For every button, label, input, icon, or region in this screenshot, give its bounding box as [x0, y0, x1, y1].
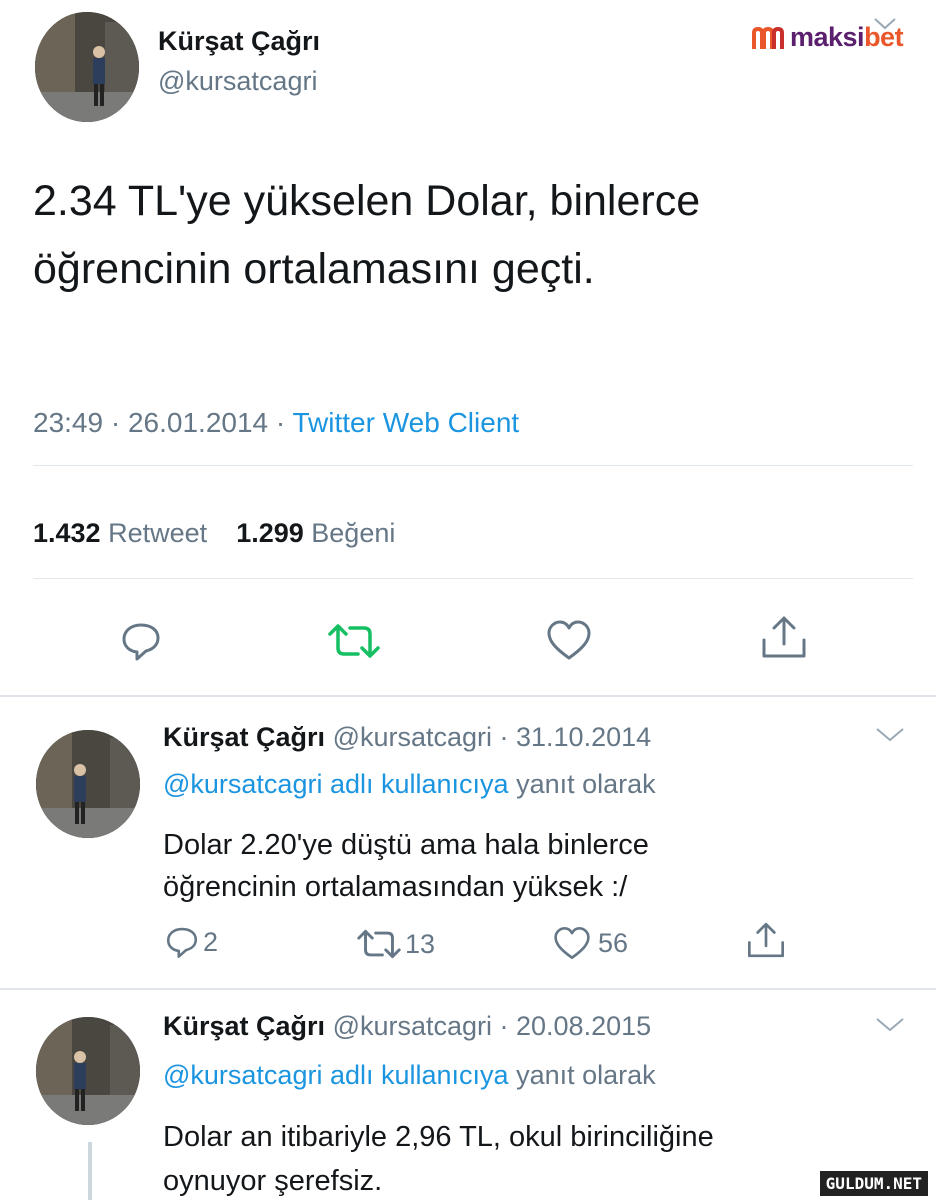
like-icon — [554, 926, 590, 960]
retweet-icon — [357, 929, 401, 959]
mention-link[interactable]: @kursatcagri adlı kullanıcıya — [163, 769, 509, 799]
retweet-label[interactable]: Retweet — [108, 518, 207, 548]
author-meta[interactable]: @kursatcagri · 31.10.2014 — [333, 722, 652, 752]
client-link[interactable]: Twitter Web Client — [293, 407, 520, 438]
share-icon — [748, 922, 784, 958]
reply-context: @kursatcagri adlı kullanıcıya yanıt olar… — [163, 769, 656, 800]
tweet-timestamp: 23:49 · 26.01.2014 · Twitter Web Client — [33, 407, 519, 439]
divider — [0, 695, 936, 697]
logo-mark-icon — [752, 26, 784, 49]
avatar-photo-icon — [35, 12, 139, 122]
author-handle[interactable]: @kursatcagri — [158, 66, 317, 97]
tweet-time[interactable]: 23:49 — [33, 407, 103, 438]
avatar[interactable] — [35, 12, 139, 122]
divider — [33, 465, 913, 466]
reply-button[interactable]: 2 — [165, 925, 218, 959]
reply-count: 2 — [203, 926, 219, 957]
author-meta[interactable]: @kursatcagri · 20.08.2015 — [333, 1011, 652, 1041]
avatar[interactable] — [36, 1017, 140, 1125]
tweet-text: 2.34 TL'ye yükselen Dolar, binlerce öğre… — [33, 176, 700, 294]
chevron-down-icon[interactable] — [874, 1016, 906, 1034]
tweet-date[interactable]: 26.01.2014 — [128, 407, 268, 438]
retweet-button[interactable]: 13 — [355, 928, 435, 960]
like-count[interactable]: 1.299 — [236, 518, 304, 548]
mention-link[interactable]: @kursatcagri adlı kullanıcıya — [163, 1060, 509, 1090]
retweet-icon — [328, 624, 380, 658]
author-name[interactable]: Kürşat Çağrı — [163, 722, 325, 752]
chevron-down-icon[interactable] — [872, 16, 898, 32]
avatar-photo-icon — [36, 730, 140, 838]
tweet-stats: 1.432 Retweet 1.299 Beğeni — [33, 518, 395, 549]
tweet-text-line: öğrencinin ortalamasından yüksek :/ — [163, 871, 628, 903]
reply-context-text: yanıt olarak — [516, 769, 656, 799]
like-icon — [547, 620, 591, 660]
tweet-text-line: Dolar 2.20'ye düştü ama hala binlerce — [163, 829, 649, 861]
retweet-count[interactable]: 1.432 — [33, 518, 101, 548]
share-button[interactable] — [760, 614, 808, 660]
author-name[interactable]: Kürşat Çağrı — [163, 1011, 325, 1041]
divider — [0, 988, 936, 990]
reply-icon — [122, 623, 160, 661]
like-count: 56 — [598, 927, 629, 958]
tweet-text-line: oynuyor şerefsiz. — [163, 1165, 383, 1197]
reply-icon — [166, 927, 198, 958]
watermark: GULDUM.NET — [819, 1171, 928, 1196]
tweet-text-line: öğrencinin ortalamasını geçti. — [33, 245, 595, 293]
reply-header: Kürşat Çağrı @kursatcagri · 20.08.2015 — [163, 1011, 651, 1042]
separator: · — [275, 407, 286, 438]
share-button[interactable] — [746, 920, 786, 960]
divider — [33, 578, 913, 579]
author-name[interactable]: Kürşat Çağrı — [158, 26, 320, 57]
chevron-down-icon[interactable] — [874, 726, 906, 744]
thread-line — [88, 1142, 92, 1200]
retweet-button[interactable] — [326, 622, 382, 660]
avatar[interactable] — [36, 730, 140, 838]
like-button[interactable] — [545, 618, 593, 662]
reply-button[interactable] — [120, 620, 162, 662]
avatar-photo-icon — [36, 1017, 140, 1125]
reply-header: Kürşat Çağrı @kursatcagri · 31.10.2014 — [163, 722, 651, 753]
tweet-text: Dolar 2.20'ye düştü ama hala binlerce öğ… — [163, 824, 649, 908]
tweet-text-line: 2.34 TL'ye yükselen Dolar, binlerce — [33, 177, 701, 225]
retweet-count: 13 — [405, 928, 436, 959]
like-label[interactable]: Beğeni — [311, 518, 395, 548]
share-icon — [762, 616, 806, 658]
reply-context-text: yanıt olarak — [516, 1060, 656, 1090]
tweet-text-line: Dolar an itibariyle 2,96 TL, okul birinc… — [163, 1121, 714, 1153]
reply-context: @kursatcagri adlı kullanıcıya yanıt olar… — [163, 1060, 656, 1091]
like-button[interactable]: 56 — [552, 925, 628, 961]
tweet-text: Dolar an itibariyle 2,96 TL, okul birinc… — [163, 1115, 714, 1203]
separator: · — [110, 407, 121, 438]
